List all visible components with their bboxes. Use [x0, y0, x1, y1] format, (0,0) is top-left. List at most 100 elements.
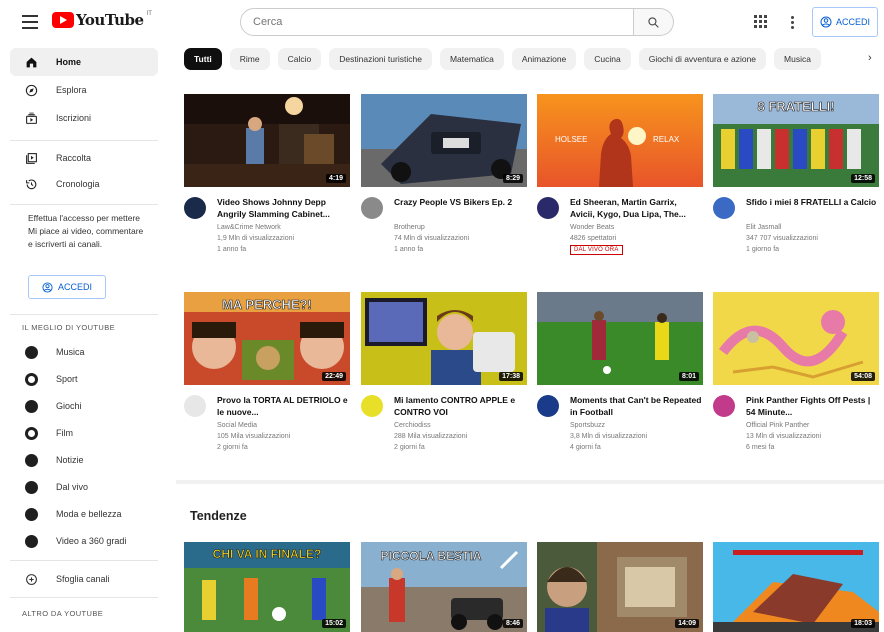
chip[interactable]: Musica: [774, 48, 821, 70]
channel-avatar[interactable]: [537, 395, 559, 417]
channel-avatar[interactable]: [537, 197, 559, 219]
sidebar-item-sport[interactable]: Sport: [10, 365, 158, 393]
video-card: PICCOLA BESTIA 8:46: [361, 542, 527, 632]
video-thumbnail[interactable]: PICCOLA BESTIA 8:46: [361, 542, 527, 632]
video-thumbnail[interactable]: 18:03: [713, 542, 879, 632]
chip[interactable]: Destinazioni turistiche: [329, 48, 432, 70]
thumb-text: CHI VA IN FINALE?: [213, 547, 322, 561]
video-thumbnail[interactable]: 14:09: [537, 542, 703, 632]
search-button[interactable]: [634, 8, 674, 36]
live-icon: [24, 480, 38, 494]
video-thumbnail[interactable]: 4:19: [184, 94, 350, 187]
sidebar-item-360[interactable]: Video a 360 gradi: [10, 527, 158, 555]
video-title[interactable]: Provo la TORTA AL DETRIOLO e le nuove...: [217, 394, 349, 418]
add-circle-icon: [24, 572, 38, 586]
chip-all[interactable]: Tutti: [184, 48, 222, 70]
menu-icon[interactable]: [20, 12, 40, 32]
video-title[interactable]: Video Shows Johnny Depp Angrily Slamming…: [217, 196, 349, 220]
chevron-right-icon[interactable]: ›: [868, 52, 872, 64]
video-card: 8:29 Crazy People VS Bikers Ep. 2 Brothe…: [361, 94, 527, 257]
video-thumbnail[interactable]: HOLSEE RELAX: [537, 94, 703, 187]
signin-prompt: Effettua l'accesso per mettere Mi piace …: [28, 213, 144, 249]
sidebar-item-label: Dal vivo: [56, 482, 89, 492]
viewer-count: 4826 spettatori: [570, 235, 617, 242]
compass-icon: [24, 83, 38, 97]
channel-avatar[interactable]: [184, 395, 206, 417]
film-icon: [24, 426, 38, 440]
channel-avatar[interactable]: [361, 395, 383, 417]
video-thumbnail[interactable]: 17:38: [361, 292, 527, 385]
sidebar-item-label: Cronologia: [56, 179, 100, 189]
sidebar-item-film[interactable]: Film: [10, 419, 158, 447]
sidebar-item-label: Notizie: [56, 455, 84, 465]
trending-title: Tendenze: [190, 509, 247, 523]
channel-avatar[interactable]: [713, 197, 735, 219]
thumb-text: MA PERCHE?!: [222, 297, 312, 312]
video-duration: 8:29: [502, 174, 523, 183]
channel-name[interactable]: Law&Crime Network: [217, 222, 349, 233]
video-card: 8 FRATELLI! 12:58 Sfido i miei 8 FRATELL…: [713, 94, 879, 257]
channel-avatar[interactable]: [713, 395, 735, 417]
video-thumbnail[interactable]: MA PERCHE?! 22:49: [184, 292, 350, 385]
video-duration: 17:38: [499, 372, 523, 381]
chip[interactable]: Calcio: [277, 48, 322, 70]
logo-text: YouTube: [76, 11, 144, 29]
sidebar-item-label: Sfoglia canali: [56, 574, 110, 584]
channel-name[interactable]: Social Media: [217, 420, 349, 431]
apps-grid-icon[interactable]: [752, 13, 768, 29]
channel-name[interactable]: Sportsbuzz: [570, 420, 702, 431]
sidebar-item-explore[interactable]: Esplora: [10, 76, 158, 104]
video-title[interactable]: Sfido i miei 8 FRATELLI a Calcio: [746, 196, 878, 208]
channel-name[interactable]: Brotherup: [394, 222, 526, 233]
chip[interactable]: Matematica: [439, 48, 504, 70]
channel-avatar[interactable]: [184, 197, 206, 219]
search-input[interactable]: [240, 8, 634, 36]
sidebar-item-home[interactable]: Home: [10, 48, 158, 76]
channel-name[interactable]: Elit Jasmall: [746, 222, 878, 233]
sidebar-item-music[interactable]: Musica: [10, 338, 158, 366]
channel-name[interactable]: Wonder Beats: [570, 222, 702, 233]
video-duration: 8:01: [678, 372, 699, 381]
upload-time: 1 anno fa: [394, 246, 424, 253]
sidebar-item-label: Raccolta: [56, 153, 92, 163]
chip[interactable]: Rime: [229, 48, 270, 70]
sidebar-item-history[interactable]: Cronologia: [10, 170, 158, 198]
chip[interactable]: Animazione: [511, 48, 577, 70]
video-duration: 18:03: [851, 619, 875, 628]
youtube-logo[interactable]: YouTube IT: [52, 11, 152, 29]
video-title[interactable]: Ed Sheeran, Martin Garrix, Avicii, Kygo,…: [570, 196, 702, 220]
chip[interactable]: Cucina: [584, 48, 631, 70]
video-thumbnail[interactable]: CHI VA IN FINALE? 15:02: [184, 542, 350, 632]
video-title[interactable]: Pink Panther Fights Off Pests | 54 Minut…: [746, 394, 878, 418]
upload-time: 2 giorni fa: [217, 444, 248, 451]
video-title[interactable]: Crazy People VS Bikers Ep. 2: [394, 196, 526, 208]
sidebar-divider: [10, 204, 158, 205]
channel-name[interactable]: Cerchiodiss: [394, 420, 526, 431]
sidebar-item-live[interactable]: Dal vivo: [10, 473, 158, 501]
sidebar-item-news[interactable]: Notizie: [10, 446, 158, 474]
more-vert-icon[interactable]: [788, 12, 796, 32]
sidebar-item-gaming[interactable]: Giochi: [10, 392, 158, 420]
video-thumbnail[interactable]: 8:29: [361, 94, 527, 187]
chip[interactable]: Giochi di avventura e azione: [638, 48, 767, 70]
account-icon: [42, 281, 53, 293]
video-title[interactable]: Moments that Can't be Repeated in Footba…: [570, 394, 702, 418]
logo-country: IT: [146, 11, 152, 17]
video-title[interactable]: Mi lamento CONTRO APPLE e CONTRO VOI: [394, 394, 526, 418]
video-thumbnail[interactable]: 8:01: [537, 292, 703, 385]
signin-button[interactable]: ACCEDI: [812, 7, 878, 37]
channel-name[interactable]: Official Pink Panther: [746, 420, 878, 431]
video-thumbnail[interactable]: 8 FRATELLI! 12:58: [713, 94, 879, 187]
subscriptions-icon: [24, 111, 38, 125]
sidebar-item-browse-channels[interactable]: Sfoglia canali: [10, 565, 158, 593]
sidebar-item-library[interactable]: Raccolta: [10, 144, 158, 172]
sidebar-item-subscriptions[interactable]: Iscrizioni: [10, 104, 158, 132]
sidebar-item-fashion[interactable]: Moda e bellezza: [10, 500, 158, 528]
upload-time: 1 giorno fa: [746, 246, 780, 253]
sidebar-signin-button[interactable]: ACCEDI: [28, 275, 106, 299]
video-duration: 54:08: [851, 372, 875, 381]
live-badge: DAL VIVO ORA: [570, 245, 623, 255]
video-thumbnail[interactable]: 54:08: [713, 292, 879, 385]
channel-avatar[interactable]: [361, 197, 383, 219]
video-card: CHI VA IN FINALE? 15:02: [184, 542, 350, 632]
